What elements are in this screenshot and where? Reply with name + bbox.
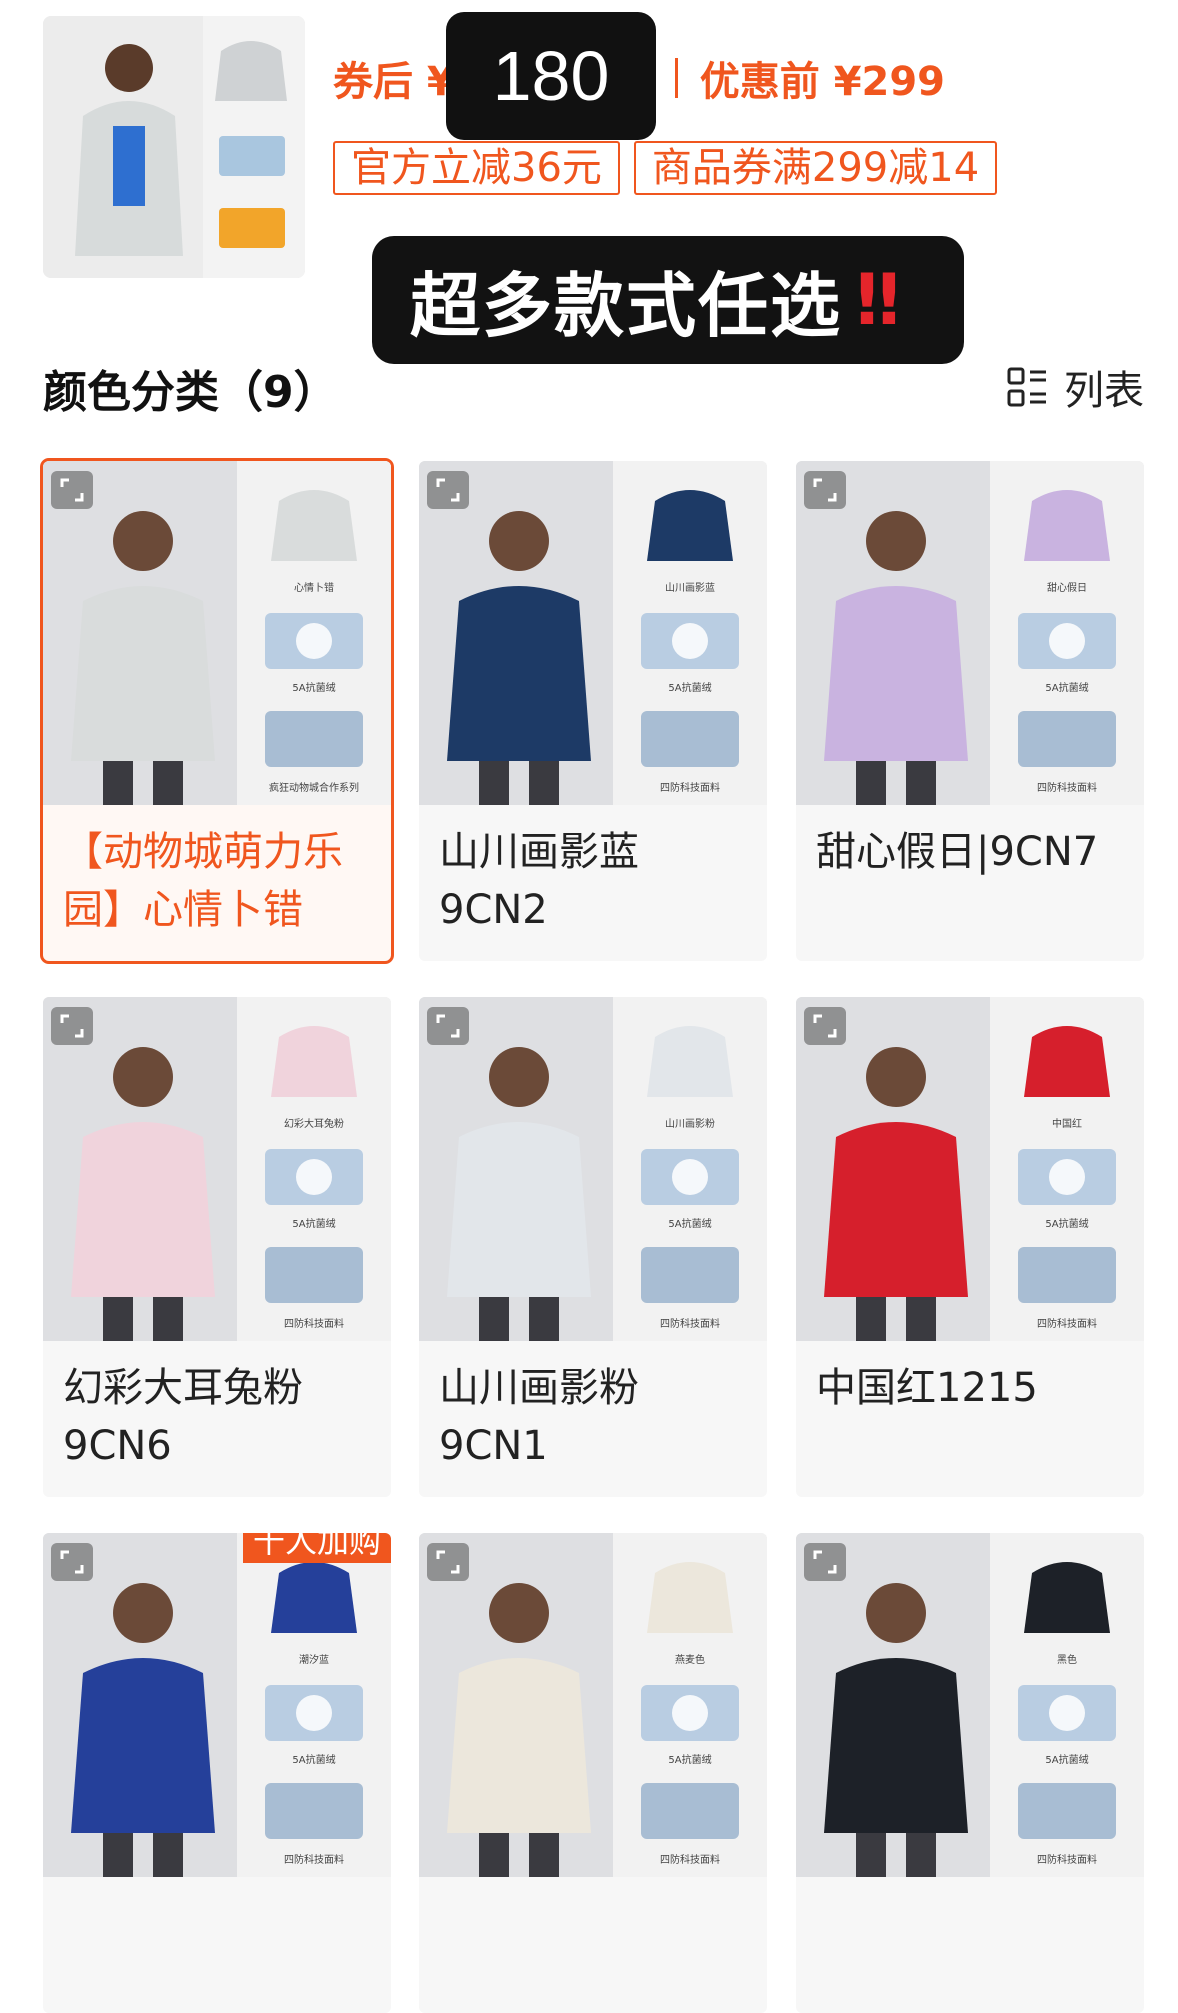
variant-label: 幻彩大耳兔粉9CN6 [63,1365,303,1469]
feature-caption: 5A抗菌绒 [1045,683,1089,694]
popular-badge: 千人加购 [242,1533,391,1563]
feature-caption: 5A抗菌绒 [1045,1755,1089,1766]
color-variant-card[interactable]: 黑色 5A抗菌绒四防科技面料 [796,1533,1144,2013]
feature-caption: 四防科技面料 [284,1855,344,1866]
feature-caption: 疯狂动物城合作系列 [269,783,359,794]
feature-panel [613,461,767,805]
color-variant-card[interactable]: 幻彩大耳兔粉 5A抗菌绒四防科技面料幻彩大耳兔粉9CN6 [43,997,391,1497]
promo-banner: 超多款式任选 ‼ [372,236,964,364]
feature-caption: 5A抗菌绒 [668,1219,712,1230]
coupon-store-voucher[interactable]: 商品券满299减14 [633,141,998,195]
color-variant-card[interactable]: 山川画影粉 5A抗菌绒四防科技面料山川画影粉 9CN1 [419,997,767,1497]
feature-caption: 四防科技面料 [1037,783,1097,794]
feature-caption: 四防科技面料 [1037,1855,1097,1866]
expand-icon[interactable] [427,1543,469,1581]
feature-panel [613,1533,767,1877]
variant-image: 甜心假日 5A抗菌绒四防科技面料 [796,461,1144,805]
variant-image: 黑色 5A抗菌绒四防科技面料 [796,1533,1144,1877]
list-view-label: 列表 [1064,368,1144,414]
color-variant-card[interactable]: 心情卜错 5A抗菌绒疯狂动物城合作系列【动物城萌力乐园】心情卜错 [40,458,394,964]
feature-caption: 中国红 [1052,1119,1082,1130]
feature-caption: 5A抗菌绒 [292,1219,336,1230]
variant-image: 燕麦色 5A抗菌绒四防科技面料 [419,1533,767,1877]
variant-label: 中国红1215 [816,1365,1038,1411]
feature-panel [990,461,1144,805]
model-photo [43,461,237,805]
model-photo [43,997,237,1341]
variant-image: 心情卜错 5A抗菌绒疯狂动物城合作系列 [43,461,391,805]
model-photo [419,1533,613,1877]
feature-caption: 燕麦色 [675,1655,705,1666]
color-variant-card[interactable]: 甜心假日 5A抗菌绒四防科技面料甜心假日|9CN7 [796,461,1144,961]
color-variant-card[interactable]: 山川画影蓝 5A抗菌绒四防科技面料山川画影蓝 9CN2 [419,461,767,961]
feature-caption: 幻彩大耳兔粉 [284,1119,344,1130]
variant-label: 甜心假日|9CN7 [816,829,1099,875]
feature-panel [990,1533,1144,1877]
expand-icon[interactable] [427,471,469,509]
feature-caption: 5A抗菌绒 [1045,1219,1089,1230]
variant-image: 幻彩大耳兔粉 5A抗菌绒四防科技面料 [43,997,391,1341]
price-before-discount: 优惠前 ¥299 [699,59,946,105]
variant-image: 中国红 5A抗菌绒四防科技面料 [796,997,1144,1341]
color-variant-card[interactable]: 中国红 5A抗菌绒四防科技面料中国红1215 [796,997,1144,1497]
model-photo [419,997,613,1341]
model-photo [419,461,613,805]
feature-caption: 山川画影粉 [665,1119,715,1130]
list-view-toggle[interactable]: 列表 [1006,358,1144,416]
model-photo [796,461,990,805]
expand-icon[interactable] [51,1543,93,1581]
feature-caption: 四防科技面料 [660,1855,720,1866]
expand-icon[interactable] [804,471,846,509]
expand-icon[interactable] [51,1007,93,1045]
double-exclamation-icon: ‼ [856,259,902,341]
feature-caption: 四防科技面料 [284,1319,344,1330]
feature-panel [237,997,391,1341]
feature-caption: 5A抗菌绒 [668,1755,712,1766]
feature-panel [613,997,767,1341]
feature-caption: 四防科技面料 [660,1319,720,1330]
coupon-official-discount[interactable]: 官方立减36元 [333,141,620,195]
feature-caption: 黑色 [1057,1655,1077,1666]
model-photo [43,1533,237,1877]
price-overlay-badge: 180 [446,12,656,140]
feature-caption: 5A抗菌绒 [292,1755,336,1766]
price-after-coupon: 券后 ¥ [333,59,455,105]
feature-panel [237,1533,391,1877]
model-photo [796,1533,990,1877]
color-variant-card[interactable]: 潮汐蓝 5A抗菌绒四防科技面料 千人加购 [43,1533,391,2013]
variant-label: 山川画影蓝 9CN2 [439,829,639,933]
list-icon [1007,367,1046,407]
feature-caption: 山川画影蓝 [665,583,715,594]
variant-label: 山川画影粉 9CN1 [439,1365,639,1469]
expand-icon[interactable] [804,1543,846,1581]
variant-label: 【动物城萌力乐园】心情卜错 [63,829,343,933]
feature-caption: 5A抗菌绒 [668,683,712,694]
feature-caption: 甜心假日 [1047,583,1087,594]
feature-caption: 5A抗菌绒 [292,683,336,694]
feature-panel [990,997,1144,1341]
variant-image: 山川画影粉 5A抗菌绒四防科技面料 [419,997,767,1341]
header-product-thumbnail [43,16,305,278]
expand-icon[interactable] [51,471,93,509]
color-variant-card[interactable]: 燕麦色 5A抗菌绒四防科技面料 [419,1533,767,2013]
feature-caption: 四防科技面料 [1037,1319,1097,1330]
feature-panel [237,461,391,805]
model-photo [796,997,990,1341]
feature-caption: 心情卜错 [294,583,334,594]
price-divider [674,58,678,98]
coupon-list: 官方立减36元 商品券满299减14 [333,141,998,195]
expand-icon[interactable] [804,1007,846,1045]
expand-icon[interactable] [427,1007,469,1045]
variant-image: 潮汐蓝 5A抗菌绒四防科技面料 [43,1533,391,1877]
feature-caption: 四防科技面料 [660,783,720,794]
feature-caption: 潮汐蓝 [299,1655,329,1666]
variant-image: 山川画影蓝 5A抗菌绒四防科技面料 [419,461,767,805]
color-category-title: 颜色分类（9） [43,367,338,418]
promo-banner-text: 超多款式任选 [410,264,842,347]
